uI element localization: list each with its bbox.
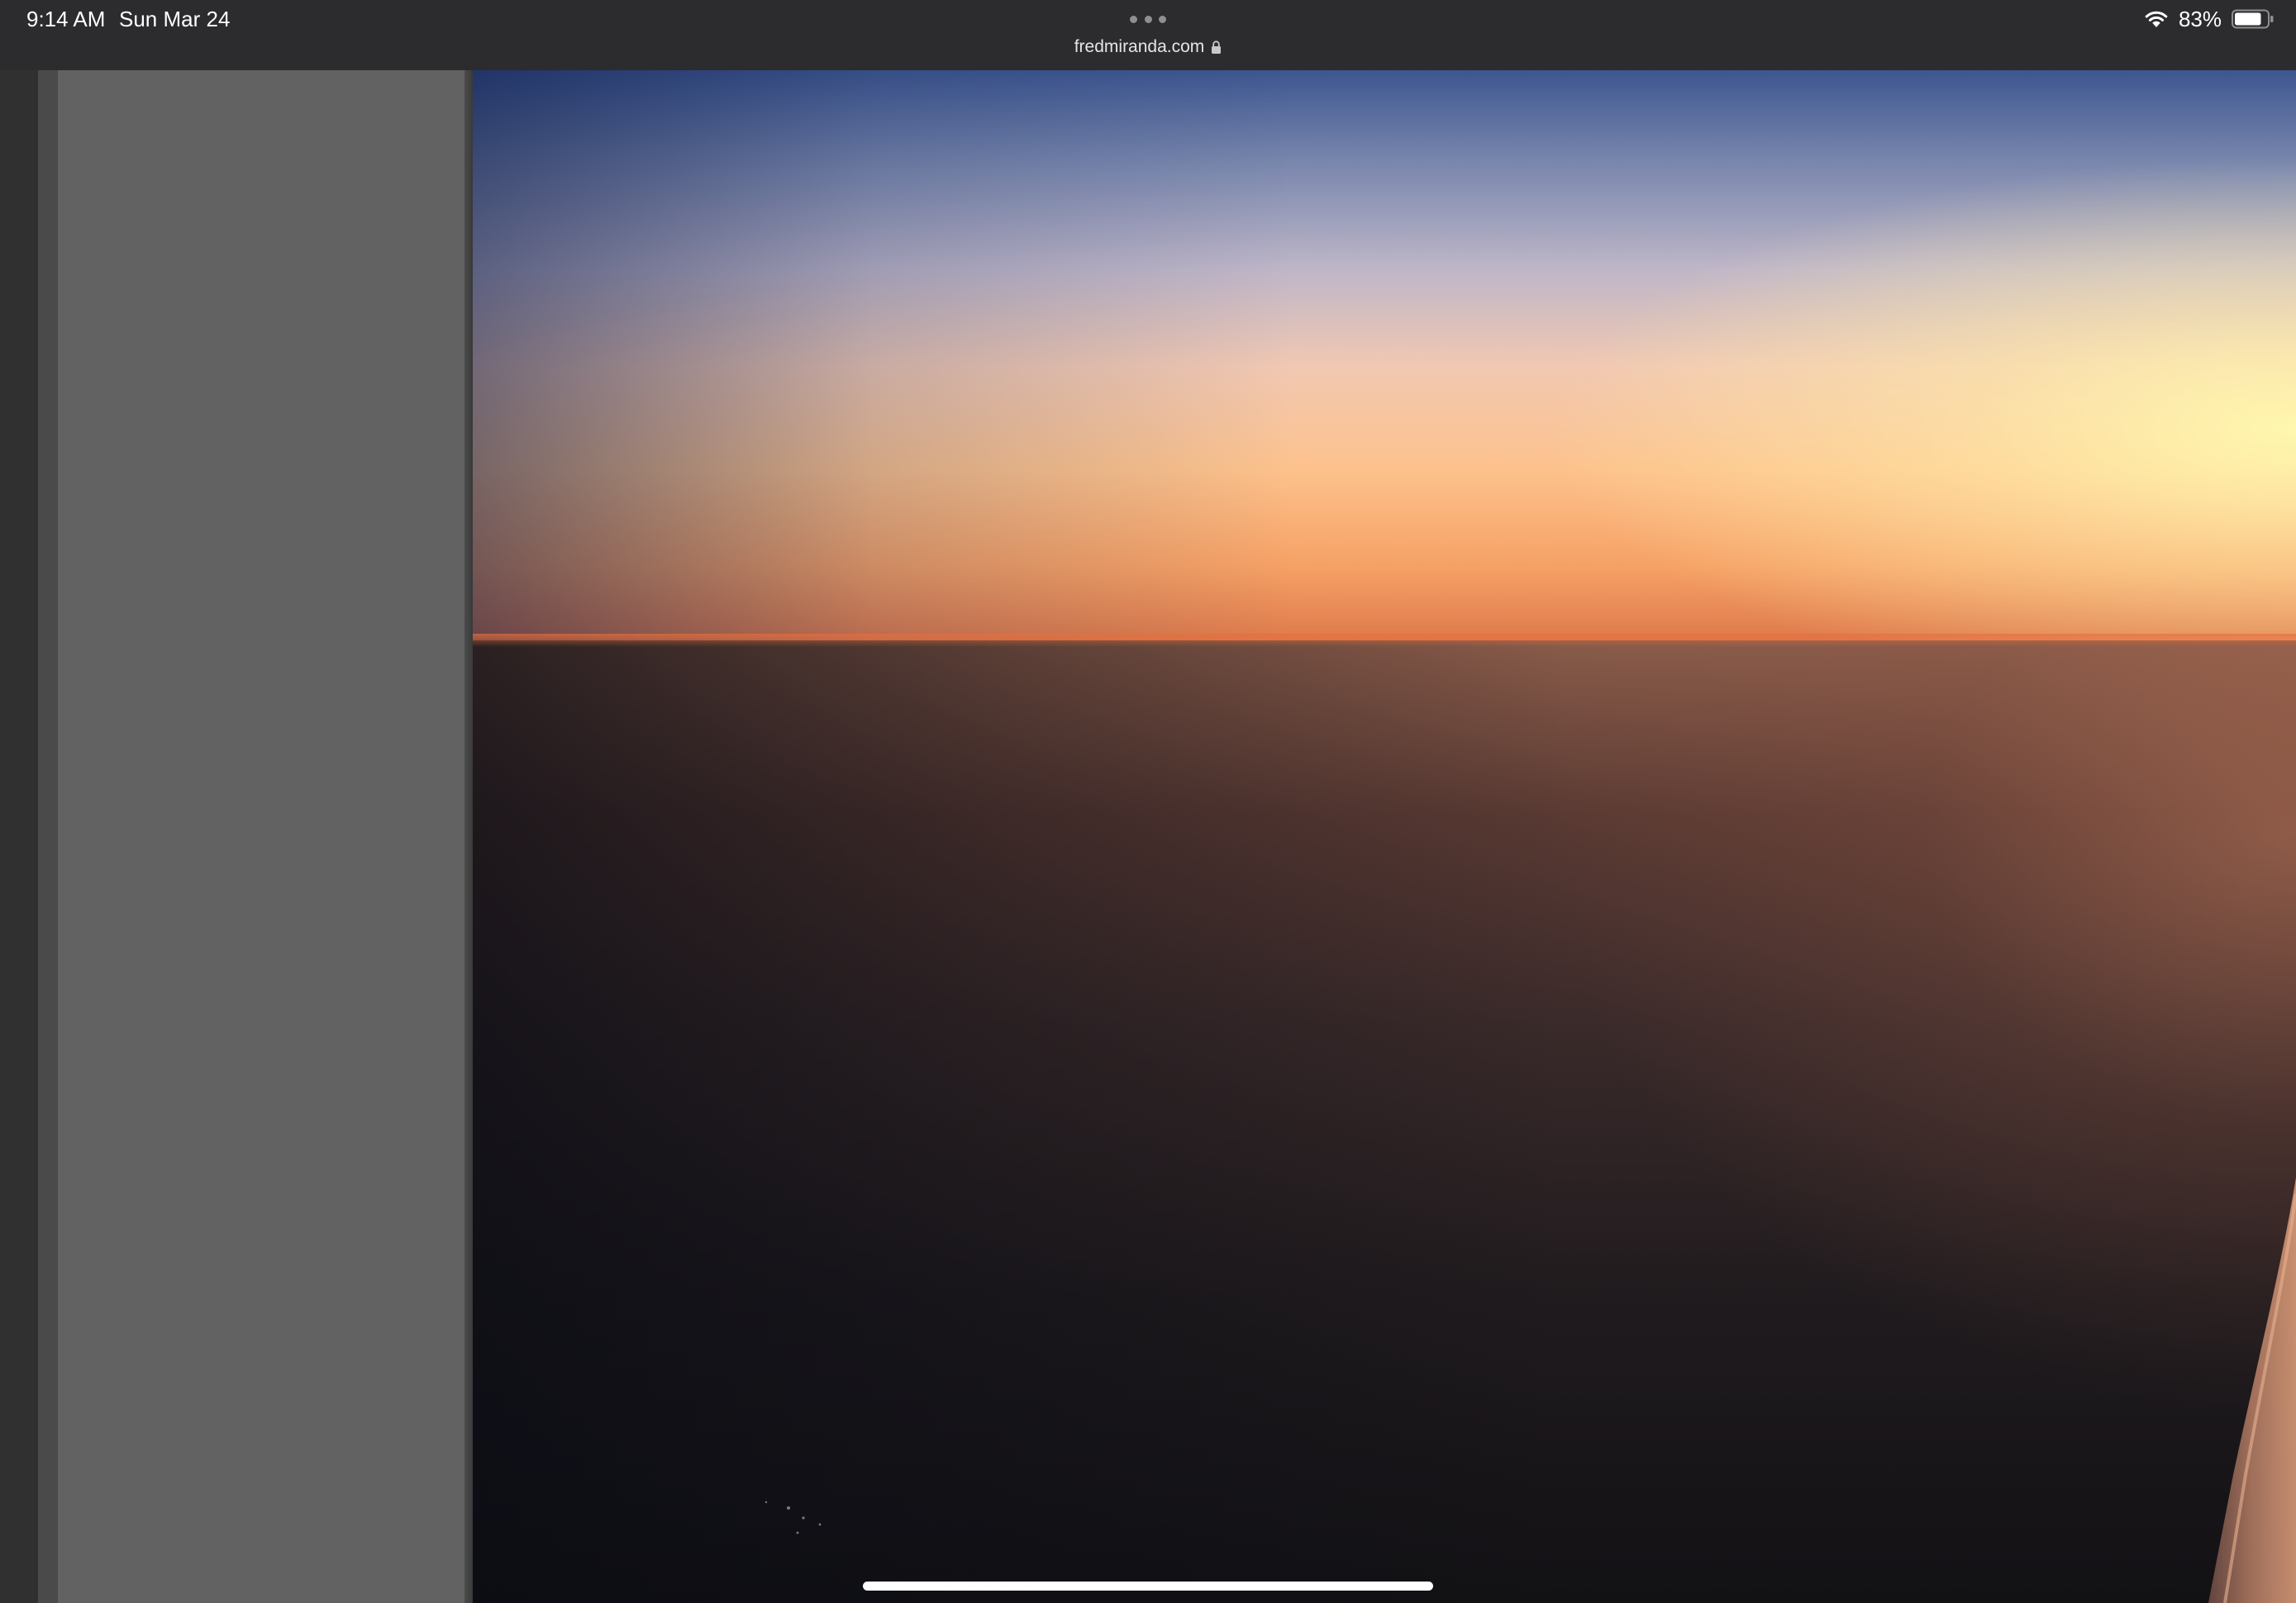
- aircraft-wing: [765, 1177, 2296, 1603]
- split-view-divider[interactable]: [464, 70, 473, 1603]
- battery-fill: [2235, 12, 2261, 26]
- status-right: 83%: [2144, 7, 2275, 31]
- sidebar-edge: [0, 70, 38, 1603]
- status-time: 9:14 AM: [26, 7, 106, 31]
- status-bar: 9:14 AM Sun Mar 24 fredmiranda.com 83%: [0, 0, 2296, 70]
- sidebar-panel: [58, 70, 464, 1603]
- status-date: Sun Mar 24: [119, 7, 231, 31]
- battery-icon: [2232, 9, 2274, 29]
- multitask-dots-icon[interactable]: [1130, 15, 1166, 23]
- multitask-dot: [1144, 15, 1152, 23]
- address-bar[interactable]: fredmiranda.com: [0, 36, 2296, 58]
- sidebar-rail: [38, 70, 58, 1603]
- multitask-dot: [1130, 15, 1137, 23]
- battery-percent: 83%: [2178, 7, 2222, 31]
- url-text: fredmiranda.com: [1074, 37, 1205, 56]
- wifi-icon: [2145, 11, 2168, 27]
- sidebar: [0, 70, 473, 1603]
- home-indicator[interactable]: [863, 1582, 1433, 1591]
- sunset-photo[interactable]: [473, 70, 2296, 1603]
- lock-icon: [1212, 40, 1222, 54]
- multitask-dot: [1159, 15, 1166, 23]
